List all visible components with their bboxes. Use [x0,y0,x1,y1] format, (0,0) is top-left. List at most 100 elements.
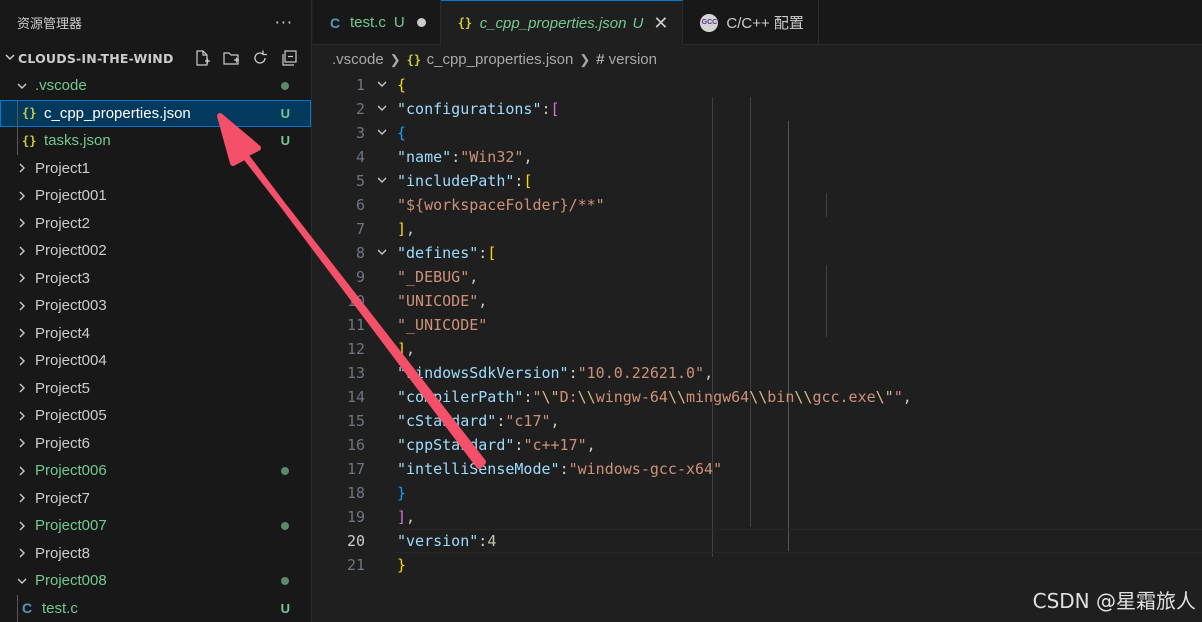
hash-icon: # [596,51,605,68]
tab-cpp-config[interactable]: GCC C/C++ 配置 [683,0,819,45]
tree-item[interactable]: Project001 [0,182,311,210]
code-line-20: "version": 4 [397,529,1202,553]
gutter-line: 18 [313,481,397,505]
workspace-root[interactable]: CLOUDS-IN-THE-WIND [0,44,311,72]
tree-item[interactable]: Project1 [0,155,311,183]
tab-test-c[interactable]: C test.c U [313,0,441,45]
explorer-title: 资源管理器 [17,16,83,32]
gutter-line: 1 [313,73,397,97]
breadcrumb: .vscode ❯ {} c_cpp_properties.json ❯ # v… [313,46,1202,73]
c-file-icon: C [22,600,33,617]
tab-label: C/C++ 配置 [726,15,804,32]
breadcrumb-item-file[interactable]: c_cpp_properties.json [427,51,574,68]
tree-item-label: Project8 [35,544,91,562]
chevron-right-icon [14,162,30,174]
code-line-15: "cStandard": "c17", [397,412,560,430]
breadcrumb-item-folder[interactable]: .vscode [332,51,384,68]
fold-chevron-icon[interactable] [376,102,388,117]
git-status-dot-icon [281,521,289,530]
tab-c-cpp-properties[interactable]: {} c_cpp_properties.json U ✕ [440,0,684,45]
tree-item[interactable]: Project7 [0,485,311,513]
tree-item[interactable]: {} tasks.json U [0,127,311,155]
tree-item-label: Project004 [35,352,107,370]
close-icon[interactable]: ✕ [653,13,668,34]
explorer-sidebar: 资源管理器 ··· CLOUDS-IN-THE-WIND .vscode {} c_… [0,0,312,622]
code-line-13: "windowsSdkVersion": "10.0.22621.0", [397,364,714,382]
tab-label: test.c [350,14,386,31]
chevron-right-icon [14,300,30,312]
tree-item[interactable]: Project6 [0,430,311,458]
breadcrumb-item-symbol[interactable]: version [609,51,657,68]
tree-item[interactable]: Project4 [0,320,311,348]
chevron-right-icon: ❯ [579,51,591,67]
tree-item[interactable]: Project008 [0,567,311,595]
chevron-right-icon [14,410,30,422]
fold-chevron-icon[interactable] [376,126,388,141]
json-file-icon: {} [22,133,37,148]
unsaved-dot-icon[interactable] [416,18,426,27]
fold-chevron-icon[interactable] [376,78,388,93]
new-file-icon[interactable] [192,48,212,68]
tree-item[interactable]: Project8 [0,540,311,568]
tree-item[interactable]: Ctest.c U [0,594,311,622]
tree-item-label: Project003 [35,297,107,315]
line-number: 14 [346,388,365,406]
more-actions-icon[interactable]: ··· [275,13,293,32]
explorer-header: 资源管理器 ··· [0,0,311,44]
json-file-icon: {} [457,16,473,30]
tree-item-label: Project3 [35,269,91,287]
gutter-line: 7 [313,217,397,241]
fold-chevron-icon[interactable] [376,174,388,189]
tree-item[interactable]: .vscode [0,72,311,100]
chevron-right-icon: ❯ [389,51,401,67]
code-line-5: "includePath": [ [397,172,533,190]
gutter-line: 20 [313,529,397,553]
line-number: 13 [346,364,365,382]
fold-chevron-icon[interactable] [376,246,388,261]
code-line-11: "_UNICODE" [397,316,488,334]
code-line-6: "${workspaceFolder}/**" [397,196,605,214]
line-number: 5 [355,172,365,190]
tree-item[interactable]: Project3 [0,265,311,293]
tree-item[interactable]: Project007 [0,512,311,540]
line-number: 19 [346,508,365,526]
tree-item[interactable]: {} c_cpp_properties.json U [0,99,311,127]
code-line-3: { [397,124,407,142]
git-status-badge: U [280,105,290,121]
git-status-badge: U [280,600,290,616]
tree-item[interactable]: Project5 [0,375,311,403]
code-line-7: ], [397,220,416,238]
tree-item[interactable]: Project003 [0,292,311,320]
c-file-icon: C [330,14,341,31]
indent-guide [17,594,18,622]
tree-item[interactable]: Project002 [0,237,311,265]
chevron-down-icon [4,51,18,66]
chevron-down-icon [14,80,30,92]
refresh-icon[interactable] [250,48,270,68]
chevron-right-icon [14,245,30,257]
code-editor[interactable]: 1 2 3 4 5 6 7 8 9 10 11 12 13 14 15 16 17 18 19 20 21 { "con… [313,73,1202,622]
tree-item-label: Project007 [35,517,107,535]
tree-item[interactable]: Project006 [0,457,311,485]
code-line-14: "compilerPath": " \" D: \\ wingw-64 \\ mingw64… [397,388,912,406]
chevron-right-icon [14,382,30,394]
code-line-19: ], [397,508,416,526]
gutter-line: 6 [313,193,397,217]
line-number: 8 [355,244,365,262]
line-number: 6 [355,196,365,214]
json-file-icon: {} [22,106,37,121]
tree-item-label: Project6 [35,434,91,452]
gutter-line: 5 [313,169,397,193]
tree-item-label: Project006 [35,462,107,480]
chevron-right-icon [14,492,30,504]
git-status-dot-icon [281,466,289,475]
chevron-right-icon [14,190,30,202]
tree-item[interactable]: Project2 [0,210,311,238]
collapse-all-icon[interactable] [279,48,299,68]
line-number: 10 [346,292,365,310]
line-number: 21 [346,556,365,574]
tree-item[interactable]: Project004 [0,347,311,375]
new-folder-icon[interactable] [221,48,241,68]
line-number: 3 [355,124,365,142]
tree-item[interactable]: Project005 [0,402,311,430]
